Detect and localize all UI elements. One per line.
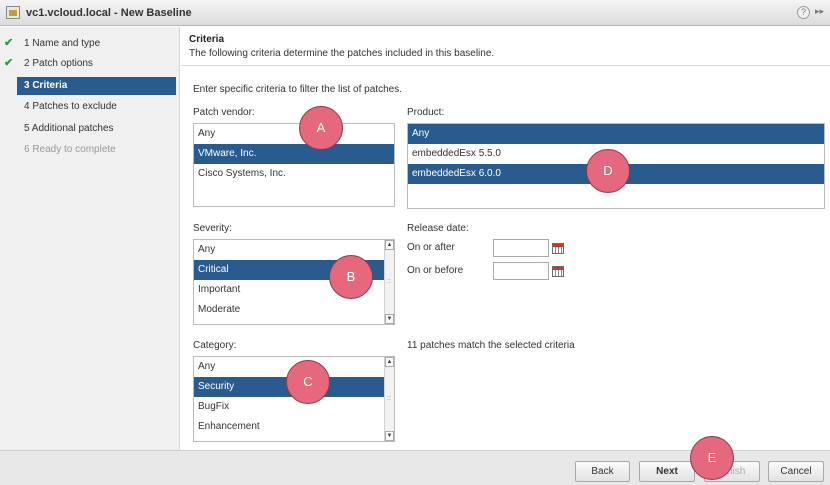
scroll-grip-icon: :: <box>387 394 391 402</box>
wizard-steps: ✔ 1 Name and type ✔ 2 Patch options 3 Cr… <box>0 27 180 450</box>
on-or-after-input[interactable] <box>493 239 549 257</box>
patch-vendor-label: Patch vendor: <box>193 107 255 118</box>
annotation-marker-c: C <box>286 360 330 404</box>
annotation-marker-d: D <box>586 149 630 193</box>
list-item[interactable]: Any <box>408 124 824 144</box>
step-label: 4 Patches to exclude <box>24 101 117 112</box>
annotation-marker-b: B <box>329 255 373 299</box>
check-icon: ✔ <box>4 37 14 49</box>
scroll-up-icon[interactable]: ▲ <box>385 240 394 250</box>
list-item[interactable]: Enhancement <box>194 417 394 437</box>
intro-text: Enter specific criteria to filter the li… <box>193 84 402 95</box>
scroll-down-icon[interactable]: ▼ <box>385 431 394 441</box>
back-button[interactable]: Back <box>575 461 630 482</box>
on-or-before-label: On or before <box>407 265 464 276</box>
step-criteria[interactable]: 3 Criteria <box>17 77 176 95</box>
title-bar: vc1.vcloud.local - New Baseline ? ▸▸ <box>0 0 830 26</box>
baseline-icon <box>6 6 20 19</box>
on-or-after-label: On or after <box>407 242 455 253</box>
severity-label: Severity: <box>193 223 232 234</box>
list-item[interactable]: Any <box>194 124 394 144</box>
step-additional-patches[interactable]: 5 Additional patches <box>0 120 180 138</box>
scroll-down-icon[interactable]: ▼ <box>385 314 394 324</box>
cancel-button[interactable]: Cancel <box>768 461 824 482</box>
list-item[interactable]: Moderate <box>194 300 394 320</box>
step-ready-to-complete: 6 Ready to complete <box>0 141 180 159</box>
product-label: Product: <box>407 107 445 118</box>
category-label: Category: <box>193 340 237 351</box>
release-date-label: Release date: <box>407 223 469 234</box>
page-subtitle: The following criteria determine the pat… <box>189 48 495 59</box>
step-patch-options[interactable]: ✔ 2 Patch options <box>0 55 180 73</box>
step-label: 2 Patch options <box>24 58 93 69</box>
page-title: Criteria <box>189 34 225 45</box>
list-item[interactable]: Any <box>194 240 394 260</box>
calendar-icon[interactable] <box>552 243 564 254</box>
scroll-up-icon[interactable]: ▲ <box>385 357 394 367</box>
list-item[interactable]: Cisco Systems, Inc. <box>194 164 394 184</box>
step-patches-to-exclude[interactable]: 4 Patches to exclude <box>0 98 180 116</box>
step-name-and-type[interactable]: ✔ 1 Name and type <box>0 35 180 53</box>
next-button[interactable]: Next <box>639 461 695 482</box>
severity-scrollbar[interactable]: ▲ :: ▼ <box>384 240 394 324</box>
step-label: 1 Name and type <box>24 38 101 49</box>
step-label: 3 Criteria <box>24 80 68 91</box>
list-item[interactable]: VMware, Inc. <box>194 144 394 164</box>
scroll-grip-icon: :: <box>387 277 391 285</box>
check-icon: ✔ <box>4 57 14 69</box>
expand-icon[interactable]: ▸▸ <box>815 6 824 17</box>
step-label: 6 Ready to complete <box>24 144 116 155</box>
window-title: vc1.vcloud.local - New Baseline <box>26 7 192 19</box>
patch-vendor-list[interactable]: Any VMware, Inc. Cisco Systems, Inc. <box>193 123 395 207</box>
annotation-marker-a: A <box>299 106 343 150</box>
criteria-panel: Criteria The following criteria determin… <box>181 27 830 450</box>
on-or-before-input[interactable] <box>493 262 549 280</box>
step-label: 5 Additional patches <box>24 123 114 134</box>
match-count-text: 11 patches match the selected criteria <box>407 340 575 351</box>
annotation-marker-e: E <box>690 436 734 480</box>
category-scrollbar[interactable]: ▲ :: ▼ <box>384 357 394 441</box>
header-divider <box>181 65 830 66</box>
calendar-icon[interactable] <box>552 266 564 277</box>
help-icon[interactable]: ? <box>797 6 810 19</box>
list-item[interactable]: BugFix <box>194 397 394 417</box>
